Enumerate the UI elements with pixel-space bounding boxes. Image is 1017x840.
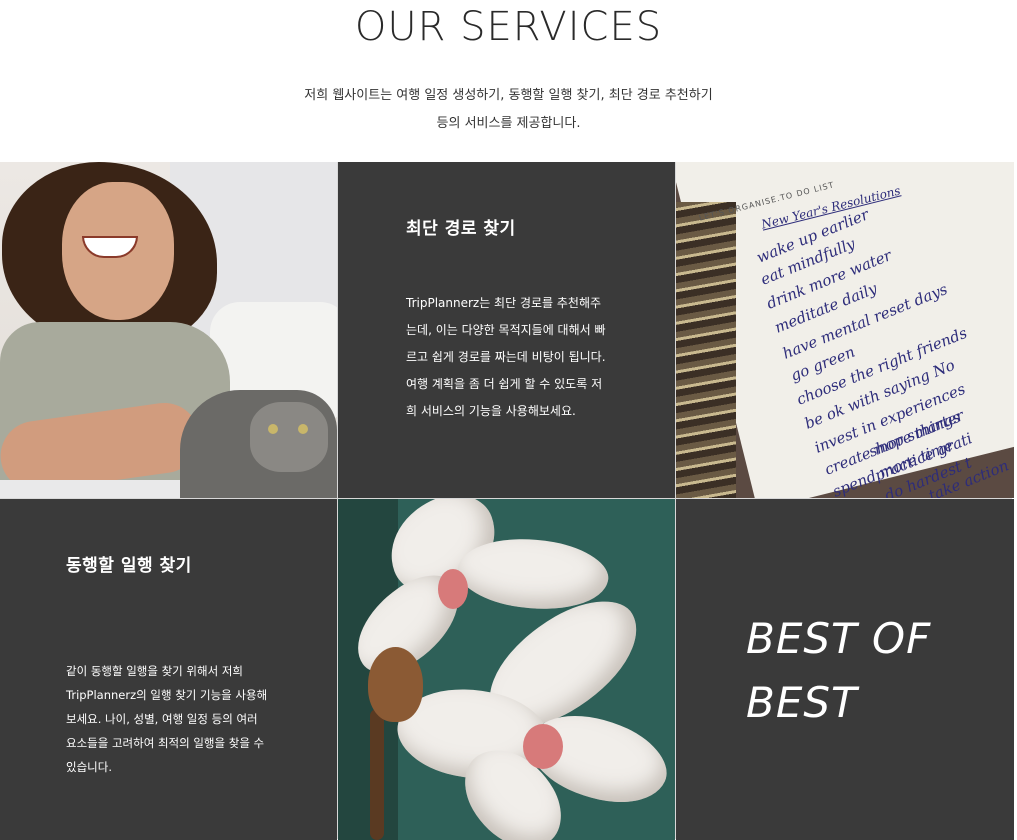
flower-center bbox=[523, 724, 563, 769]
page-title: OUR SERVICES bbox=[354, 4, 663, 50]
service-card-shortest-route: 최단 경로 찾기 TripPlannerz는 최단 경로를 추천해주는데, 이는… bbox=[338, 162, 675, 498]
photo-cat-eye bbox=[268, 424, 278, 434]
notebook-photo: LET'S ORGANISE.TO DO LIST New Year's Res… bbox=[676, 162, 1014, 498]
photo-cat-face bbox=[250, 402, 328, 472]
flower-bud bbox=[368, 647, 423, 722]
service-card-find-companions: 동행할 일행 찾기 같이 동행할 일행을 찾기 위해서 저희 TripPlann… bbox=[0, 499, 337, 840]
flower-center bbox=[438, 569, 468, 609]
service-description: 같이 동행할 일행을 찾기 위해서 저희 TripPlannerz의 일행 찾기… bbox=[66, 664, 268, 774]
flower-stem bbox=[370, 709, 384, 840]
photo-cat-eye bbox=[298, 424, 308, 434]
magnolia-photo bbox=[338, 499, 675, 840]
banner-text: BEST OF BEST bbox=[746, 607, 986, 735]
best-of-best-banner: BEST OF BEST bbox=[676, 499, 1014, 840]
service-description: TripPlannerz는 최단 경로를 추천해주는데, 이는 다양한 목적지들… bbox=[406, 296, 606, 418]
page-subtitle: 저희 웹사이트는 여행 일정 생성하기, 동행할 일행 찾기, 최단 경로 추천… bbox=[304, 88, 713, 131]
service-title: 동행할 일행 찾기 bbox=[66, 556, 192, 576]
service-title: 최단 경로 찾기 bbox=[406, 219, 516, 239]
banner-line: BEST OF bbox=[746, 614, 932, 663]
notebook-spiral bbox=[676, 202, 736, 498]
services-header: OUR SERVICES 저희 웹사이트는 여행 일정 생성하기, 동행할 일행… bbox=[0, 0, 1017, 162]
woman-with-cat-photo bbox=[0, 162, 337, 498]
services-grid: 최단 경로 찾기 TripPlannerz는 최단 경로를 추천해주는데, 이는… bbox=[0, 162, 1014, 840]
banner-line: BEST bbox=[746, 678, 858, 727]
